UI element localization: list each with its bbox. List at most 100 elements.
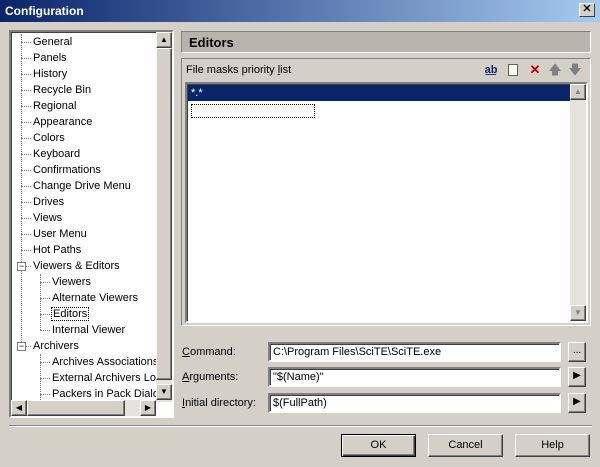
tree-scroll-down-button[interactable]: ▼ — [156, 384, 172, 400]
help-button[interactable]: Help — [515, 434, 590, 457]
tree-guide-line — [21, 234, 31, 235]
tree-guide-line — [21, 250, 31, 251]
file-masks-list[interactable]: *.* ▲ ▼ — [185, 82, 588, 323]
tree-item-label: Packers in Pack Dialo — [52, 388, 158, 400]
tree-vertical-scrollbar[interactable]: ▲ ▼ — [156, 32, 172, 402]
tree-guide-line — [21, 34, 22, 346]
tree-item[interactable]: Drives — [32, 194, 65, 210]
move-down-button[interactable]: 🡇 — [566, 62, 584, 78]
list-vertical-scrollbar[interactable]: ▲ ▼ — [570, 84, 586, 321]
tree-item[interactable]: Packers in Pack Dialo — [51, 386, 158, 400]
tree-scroll-thumb[interactable] — [156, 48, 172, 380]
tree-item[interactable]: User Menu — [32, 226, 88, 242]
configuration-dialog: Configuration ✕ General Panels History Recy… — [0, 0, 600, 467]
tree-item-label: Archivers — [33, 340, 79, 352]
title-bar[interactable]: Configuration ✕ — [0, 0, 600, 22]
tree-item-label: Colors — [33, 132, 65, 144]
tree-item[interactable]: Viewers & Editors — [32, 258, 121, 274]
new-item-icon — [508, 64, 518, 76]
tree-item[interactable]: Hot Paths — [32, 242, 82, 258]
tree-guide-line — [21, 42, 31, 43]
new-item-button[interactable] — [504, 62, 522, 78]
tree-expander-icon[interactable]: − — [17, 262, 26, 271]
tree-item-label: Viewers — [52, 276, 91, 288]
tree-item[interactable]: Internal Viewer — [51, 322, 126, 338]
tree-item-label: General — [33, 36, 73, 48]
tree-guide-line — [21, 138, 31, 139]
tree-item[interactable]: Confirmations — [32, 162, 102, 178]
tree-item-label: History — [33, 68, 68, 80]
tree-guide-line — [40, 330, 50, 331]
tree-guide-line — [21, 90, 31, 91]
command-input[interactable]: C:\Program Files\SciTE\SciTE.exe — [268, 342, 561, 362]
rename-button[interactable]: a͟b — [482, 62, 500, 78]
tree-item-label: Regional — [33, 100, 77, 112]
cancel-button[interactable]: Cancel — [428, 434, 503, 457]
file-masks-label: File masks priority list — [186, 64, 292, 76]
arrow-down-icon: 🡇 — [568, 62, 582, 77]
tree-item[interactable]: Viewers — [51, 274, 92, 290]
tree-guide-line — [21, 218, 31, 219]
tree-guide-line — [21, 122, 31, 123]
separator — [9, 425, 592, 427]
tree-item[interactable]: Change Drive Menu — [32, 178, 132, 194]
file-masks-panel: File masks priority list a͟b ✕ 🡅 🡇 *.* ▲… — [181, 58, 591, 326]
tree-scroll-left-button[interactable]: ◀ — [11, 400, 27, 416]
section-header: Editors — [181, 31, 591, 53]
initial-directory-menu-button[interactable]: ▶ — [568, 393, 586, 413]
list-inline-editor[interactable] — [191, 104, 315, 118]
arrow-right-icon: ▶ — [573, 370, 581, 381]
tree-item-label: Panels — [33, 52, 67, 64]
tree-item-label: Appearance — [33, 116, 93, 128]
tree-scroll-up-button[interactable]: ▲ — [156, 32, 172, 48]
tree-item[interactable]: Archivers — [32, 338, 80, 354]
tree-scroll-right-button[interactable]: ▶ — [140, 400, 156, 416]
arguments-label: Arguments: — [182, 371, 239, 383]
tree-item[interactable]: Archives Associations — [51, 354, 158, 370]
tree-item[interactable]: History — [32, 66, 68, 82]
settings-tree[interactable]: General Panels History Recycle Bin Regional A… — [9, 30, 174, 418]
tree-hscroll-thumb[interactable] — [27, 400, 125, 416]
tree-item[interactable]: Colors — [32, 130, 66, 146]
initial-directory-input[interactable]: $(FullPath) — [268, 393, 561, 413]
tree-items-area: General Panels History Recycle Bin Regional A… — [13, 34, 158, 400]
list-scroll-up-button[interactable]: ▲ — [570, 84, 586, 100]
tree-item[interactable]: Appearance — [32, 114, 93, 130]
tree-guide-line — [21, 106, 31, 107]
tree-item[interactable]: Views — [32, 210, 63, 226]
tree-item[interactable]: Regional — [32, 98, 77, 114]
tree-item[interactable]: Recycle Bin — [32, 82, 92, 98]
move-up-button[interactable]: 🡅 — [546, 62, 564, 78]
tree-guide-line — [21, 186, 31, 187]
tree-guide-line — [21, 58, 31, 59]
tree-item[interactable]: Editors — [51, 306, 90, 322]
arrow-left-icon: ◀ — [15, 403, 23, 412]
window-title: Configuration — [5, 4, 84, 18]
tree-item[interactable]: General — [32, 34, 73, 50]
command-browse-button[interactable]: ... — [568, 342, 586, 362]
tree-guide-line — [40, 298, 50, 299]
tree-item-label: Confirmations — [33, 164, 101, 176]
tree-item-label: Drives — [33, 196, 65, 208]
tree-item[interactable]: Keyboard — [32, 146, 81, 162]
delete-button[interactable]: ✕ — [526, 62, 544, 78]
tree-item[interactable]: Alternate Viewers — [51, 290, 139, 306]
tree-horizontal-scrollbar[interactable]: ◀ ▶ — [11, 400, 156, 416]
tree-item[interactable]: Panels — [32, 50, 68, 66]
tree-expander-icon[interactable]: − — [17, 342, 26, 351]
arguments-input[interactable]: "$(Name)" — [268, 367, 561, 387]
tree-item-label: Alternate Viewers — [52, 292, 139, 304]
tree-item[interactable]: External Archivers Loc — [51, 370, 158, 386]
arrow-right-icon: ▶ — [144, 403, 152, 412]
arrow-right-icon: ▶ — [573, 396, 581, 407]
list-item[interactable]: *.* — [188, 85, 572, 101]
section-title: Editors — [189, 35, 234, 50]
tree-item-label: Views — [33, 212, 63, 224]
tree-item-label: Keyboard — [33, 148, 81, 160]
arguments-menu-button[interactable]: ▶ — [568, 367, 586, 387]
arrow-down-icon: ▼ — [574, 308, 582, 317]
close-button[interactable]: ✕ — [579, 3, 595, 17]
delete-icon: ✕ — [529, 62, 541, 77]
ok-button[interactable]: OK — [341, 434, 416, 457]
list-scroll-down-button[interactable]: ▼ — [570, 305, 586, 321]
